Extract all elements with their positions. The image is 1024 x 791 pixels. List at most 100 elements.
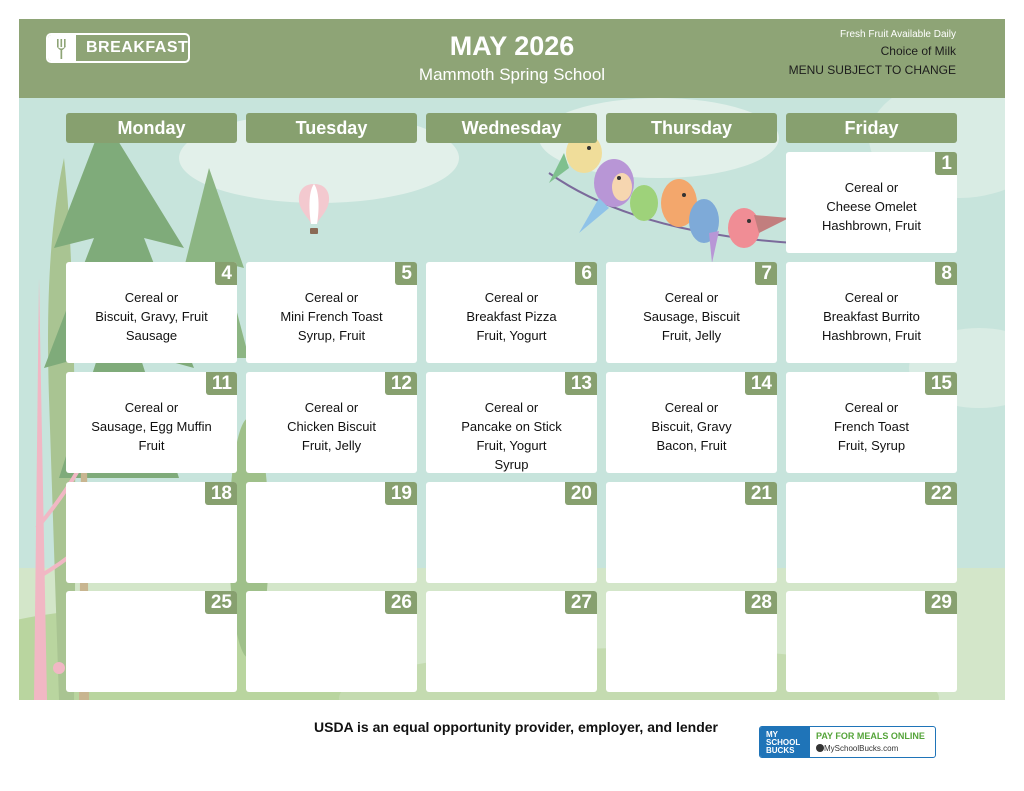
menu-line: Mini French Toast xyxy=(280,309,383,324)
day-number: 21 xyxy=(744,482,777,505)
menu-line: Biscuit, Gravy, Fruit xyxy=(95,309,208,324)
calendar-day-cell: 13 Cereal or Pancake on Stick Fruit, Yog… xyxy=(426,372,597,473)
menu-text: Cereal or Biscuit, Gravy, Fruit Sausage xyxy=(72,288,231,345)
menu-line: Cereal or xyxy=(844,290,899,305)
hot-air-balloon-icon xyxy=(294,182,334,242)
calendar-day-cell: 19 xyxy=(246,482,417,583)
menu-line: Breakfast Pizza xyxy=(466,309,557,324)
calendar-day-cell: 25 xyxy=(66,591,237,692)
usda-statement: USDA is an equal opportunity provider, e… xyxy=(314,719,719,735)
calendar-day-cell: 7 Cereal or Sausage, Biscuit Fruit, Jell… xyxy=(606,262,777,363)
day-header-wednesday: Wednesday xyxy=(426,113,597,143)
day-number: 27 xyxy=(564,591,597,614)
menu-line: Cereal or xyxy=(124,290,179,305)
menu-text: Cereal or Mini French Toast Syrup, Fruit xyxy=(252,288,411,345)
menu-text: Cereal or Sausage, Biscuit Fruit, Jelly xyxy=(612,288,771,345)
menu-line: Cereal or xyxy=(664,400,719,415)
day-number: 15 xyxy=(924,372,957,395)
calendar-day-cell: 21 xyxy=(606,482,777,583)
calendar-day-cell: 14 Cereal or Biscuit, Gravy Bacon, Fruit xyxy=(606,372,777,473)
menu-line: Cheese Omelet xyxy=(826,199,917,214)
pay-online-label: PAY FOR MEALS ONLINE xyxy=(816,731,925,741)
header-banner: BREAKFAST MAY 2026 Mammoth Spring School… xyxy=(19,19,1005,98)
menu-line: Cereal or xyxy=(484,400,539,415)
change-note: MENU SUBJECT TO CHANGE xyxy=(788,63,956,77)
calendar-day-cell: 8 Cereal or Breakfast Burrito Hashbrown,… xyxy=(786,262,957,363)
day-number: 7 xyxy=(755,262,777,285)
menu-text: Cereal or Cheese Omelet Hashbrown, Fruit xyxy=(792,178,951,235)
menu-line: Hashbrown, Fruit xyxy=(822,328,921,343)
menu-line: Fruit xyxy=(138,438,165,453)
calendar-day-cell: 12 Cereal or Chicken Biscuit Fruit, Jell… xyxy=(246,372,417,473)
calendar-day-cell: 4 Cereal or Biscuit, Gravy, Fruit Sausag… xyxy=(66,262,237,363)
menu-line: Fruit, Yogurt xyxy=(476,328,547,343)
menu-line: Cereal or xyxy=(664,290,719,305)
calendar-day-cell: 11 Cereal or Sausage, Egg Muffin Fruit xyxy=(66,372,237,473)
day-number: 6 xyxy=(575,262,597,285)
menu-line: Syrup, Fruit xyxy=(297,328,366,343)
calendar-day-cell: 27 xyxy=(426,591,597,692)
menu-line: Breakfast Burrito xyxy=(823,309,920,324)
menu-line: Cereal or xyxy=(844,180,899,195)
day-number: 5 xyxy=(395,262,417,285)
day-number: 8 xyxy=(935,262,957,285)
calendar-day-cell: 15 Cereal or French Toast Fruit, Syrup xyxy=(786,372,957,473)
calendar-day-cell: 1 Cereal or Cheese Omelet Hashbrown, Fru… xyxy=(786,152,957,253)
day-number: 20 xyxy=(564,482,597,505)
day-number: 13 xyxy=(564,372,597,395)
globe-icon xyxy=(816,744,824,752)
myschoolbucks-link[interactable]: MY SCHOOL BUCKS PAY FOR MEALS ONLINE MyS… xyxy=(759,726,936,758)
day-number: 25 xyxy=(204,591,237,614)
day-number: 26 xyxy=(384,591,417,614)
menu-line: Hashbrown, Fruit xyxy=(822,218,921,233)
day-number: 4 xyxy=(215,262,237,285)
menu-line: French Toast xyxy=(834,419,909,434)
myschoolbucks-logo: MY SCHOOL BUCKS xyxy=(760,727,810,757)
day-number: 1 xyxy=(935,152,957,175)
day-number: 28 xyxy=(744,591,777,614)
menu-text: Cereal or French Toast Fruit, Syrup xyxy=(792,398,951,455)
menu-line: Bacon, Fruit xyxy=(656,438,727,453)
menu-line: Sausage, Biscuit xyxy=(643,309,740,324)
menu-line: Syrup xyxy=(494,457,529,472)
menu-text: Cereal or Breakfast Burrito Hashbrown, F… xyxy=(792,288,951,345)
calendar-day-cell: 28 xyxy=(606,591,777,692)
menu-line: Fruit, Jelly xyxy=(301,438,362,453)
calendar-day-cell: 6 Cereal or Breakfast Pizza Fruit, Yogur… xyxy=(426,262,597,363)
menu-text: Cereal or Pancake on Stick Fruit, Yogurt… xyxy=(432,398,591,473)
calendar-day-cell: 20 xyxy=(426,482,597,583)
day-header-tuesday: Tuesday xyxy=(246,113,417,143)
calendar-day-cell: 22 xyxy=(786,482,957,583)
menu-line: Biscuit, Gravy xyxy=(651,419,732,434)
menu-line: Cereal or xyxy=(484,290,539,305)
fruit-note: Fresh Fruit Available Daily xyxy=(840,29,956,40)
menu-line: Sausage xyxy=(125,328,178,343)
menu-line: Fruit, Syrup xyxy=(837,438,906,453)
day-number: 14 xyxy=(744,372,777,395)
day-header-friday: Friday xyxy=(786,113,957,143)
menu-line: Fruit, Yogurt xyxy=(476,438,547,453)
menu-line: Chicken Biscuit xyxy=(287,419,376,434)
menu-line: Pancake on Stick xyxy=(461,419,562,434)
day-number: 12 xyxy=(384,372,417,395)
menu-line: Cereal or xyxy=(304,400,359,415)
day-number: 18 xyxy=(204,482,237,505)
day-number: 19 xyxy=(384,482,417,505)
menu-line: Cereal or xyxy=(304,290,359,305)
calendar-day-cell: 5 Cereal or Mini French Toast Syrup, Fru… xyxy=(246,262,417,363)
day-number: 22 xyxy=(924,482,957,505)
menu-line: Cereal or xyxy=(124,400,179,415)
calendar-day-cell: 29 xyxy=(786,591,957,692)
calendar-day-cell: 18 xyxy=(66,482,237,583)
myschoolbucks-url: MySchoolBucks.com xyxy=(824,744,899,753)
menu-line: Cereal or xyxy=(844,400,899,415)
day-number: 11 xyxy=(205,372,237,395)
menu-text: Cereal or Sausage, Egg Muffin Fruit xyxy=(72,398,231,455)
day-header-thursday: Thursday xyxy=(606,113,777,143)
day-header-monday: Monday xyxy=(66,113,237,143)
calendar-day-cell: 26 xyxy=(246,591,417,692)
menu-text: Cereal or Breakfast Pizza Fruit, Yogurt xyxy=(432,288,591,345)
menu-text: Cereal or Biscuit, Gravy Bacon, Fruit xyxy=(612,398,771,455)
milk-note: Choice of Milk xyxy=(880,44,956,58)
menu-line: Sausage, Egg Muffin xyxy=(91,419,212,434)
